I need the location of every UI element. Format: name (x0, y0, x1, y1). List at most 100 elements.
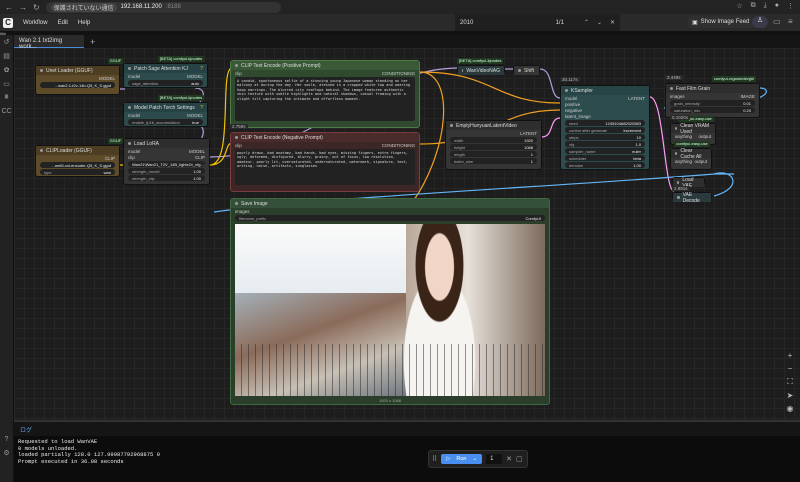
node-header[interactable]: CLIP Text Encode (Positive Prompt) (231, 61, 419, 70)
node-wanvideonag[interactable]: WanVideoNAG (457, 65, 505, 75)
graph-canvas[interactable]: Unet Loader (GGUF) MODEL ...wan2.1-t2v-14b… (14, 48, 800, 420)
collapse-dot-icon[interactable] (128, 142, 131, 145)
find-next-icon[interactable]: ⌄ (597, 19, 602, 26)
menu-edit[interactable]: Edit (58, 20, 68, 26)
node-header[interactable]: Fast Film Grain (666, 84, 759, 93)
input-slot[interactable]: model (128, 149, 140, 154)
node-vae-decode[interactable]: VAE Decode (672, 192, 712, 204)
input-slot[interactable]: model (128, 113, 140, 118)
help-icon[interactable]: ? (200, 66, 203, 72)
prompt-textarea[interactable]: poorly drawn, bad anatomy, bad hands, ba… (235, 149, 415, 185)
output-slot[interactable]: MODEL (187, 113, 203, 118)
collapse-dot-icon[interactable] (128, 106, 131, 109)
node-library-icon[interactable]: ✿ (4, 66, 10, 74)
collapse-dot-icon[interactable] (677, 196, 680, 199)
pointer-icon[interactable]: ➤ (787, 391, 794, 400)
widget-control-after-generate[interactable]: control after generate increment (565, 127, 645, 133)
output-slot[interactable]: LATENT (520, 131, 537, 136)
model-library-icon[interactable]: ▭ (3, 80, 10, 88)
collapse-dot-icon[interactable] (235, 136, 238, 139)
collapse-dot-icon[interactable] (565, 89, 568, 92)
star-icon[interactable]: ☆ (736, 2, 742, 10)
output-slot[interactable]: CONDITIONING (382, 71, 415, 76)
queue-icon[interactable]: ▤ (3, 52, 10, 60)
output-slot[interactable]: output (694, 159, 707, 164)
widget-scheduler[interactable]: scheduler beta (565, 155, 645, 161)
collapse-dot-icon[interactable] (675, 152, 678, 155)
reload-icon[interactable]: ↻ (33, 3, 40, 12)
node-header[interactable]: Clear Cache All (671, 148, 711, 160)
widget-strength-clip[interactable]: strength_clip 1.00 (128, 175, 205, 181)
node-load-lora[interactable]: Load LoRA model MODEL clip CLIP Wan21\Wan21_T… (123, 138, 210, 185)
chevron-down-icon[interactable]: ⌄ (472, 456, 477, 462)
comfy-logo[interactable]: C (3, 17, 13, 28)
widget-width[interactable]: width 1920 (450, 137, 537, 143)
output-slot[interactable]: CONDITIONING (382, 143, 415, 148)
zoom-out-icon[interactable]: − (788, 364, 793, 373)
node-unet-loader-gguf[interactable]: Unet Loader (GGUF) MODEL ...wan2.1-t2v-14b… (35, 65, 120, 95)
add-tab-button[interactable]: + (90, 37, 95, 48)
address-bar[interactable]: 保護されていない通信 192.168.11.200:8188 (45, 1, 281, 13)
node-header[interactable]: VAE Decode (673, 192, 711, 204)
back-icon[interactable]: ← (5, 3, 13, 12)
widget-cfg[interactable]: cfg 1.0 (565, 141, 645, 147)
user-icon[interactable]: ♙ (752, 16, 768, 28)
input-slot[interactable]: clip (128, 155, 135, 160)
collapse-dot-icon[interactable] (40, 69, 43, 72)
node-clip-text-encode-positive-prompt[interactable]: CLIP Text Encode (Positive Prompt) clip CO… (230, 60, 420, 128)
node-header[interactable]: Load LoRA (124, 139, 209, 148)
input-slot[interactable]: positive (565, 102, 580, 107)
history-icon[interactable]: ↺ (4, 38, 10, 46)
widget-seed[interactable]: seed 1245104682020583 (565, 120, 645, 126)
zoom-in-icon[interactable]: + (788, 351, 793, 360)
node-save-image[interactable]: Save Image images filename_prefix ComfyUI 19… (230, 198, 550, 405)
forward-icon[interactable]: → (19, 3, 27, 12)
widget-sage-attention[interactable]: sage_attention auto (128, 80, 203, 86)
output-slot[interactable]: MODEL (99, 76, 115, 81)
node-header[interactable]: CLIPLoader (GGUF) (36, 146, 119, 155)
widget-value[interactable]: ...wan2.1-t2v-14b-Q5_K_S.gguf (40, 82, 115, 88)
input-slot[interactable]: model (128, 74, 140, 79)
node-model-patch-torch-settings[interactable]: Model Patch Torch Settings? model MODEL ena… (123, 102, 208, 127)
node-header[interactable]: Unet Loader (GGUF) (36, 66, 119, 75)
extensions-icon[interactable]: ⧉ (751, 2, 756, 10)
input-slot[interactable]: images (235, 209, 250, 214)
batch-count-input[interactable]: 1 (486, 454, 503, 464)
input-slot[interactable]: anything (675, 134, 692, 139)
input-slot[interactable]: images (670, 94, 685, 99)
input-slot[interactable]: latent_image (565, 114, 591, 119)
menu-help[interactable]: Help (78, 20, 90, 26)
widget-value[interactable]: Wan21\Wan21_T2V_14B_lightx2v_cfg... (128, 161, 205, 167)
node-load-vae[interactable]: Load VAE (672, 177, 705, 189)
widget-enable-fp16-accumulation[interactable]: enable_fp16_accumulation true (128, 119, 203, 125)
output-slot[interactable]: LATENT (628, 96, 645, 101)
panel-toggle-icon[interactable]: ▭ (773, 17, 781, 26)
input-slot[interactable]: model (565, 96, 577, 101)
node-header[interactable]: Shift (514, 66, 539, 75)
output-image[interactable] (235, 224, 545, 396)
widget-grain-intensity[interactable]: grain_intensity 0.01 (670, 100, 755, 106)
collapse-dot-icon[interactable] (518, 69, 521, 72)
widget-strength-model[interactable]: strength_model 1.00 (128, 168, 205, 174)
widget-denoise[interactable]: denoise 1.00 (565, 162, 645, 168)
widget-value[interactable]: ...umt5-xxl-encoder-Q5_K_S.gguf (40, 162, 115, 168)
collapse-dot-icon[interactable] (462, 69, 464, 72)
node-clear-cache-all[interactable]: Clear Cache All anything output (670, 148, 712, 170)
collapse-dot-icon[interactable] (235, 202, 238, 205)
widget-saturation-mix[interactable]: saturation_mix 0.20 (670, 107, 755, 113)
widget-length[interactable]: length 1 (450, 151, 537, 157)
output-slot[interactable]: CLIP (105, 156, 115, 161)
find-input[interactable]: 2010 (460, 20, 556, 26)
input-slot[interactable]: clip (235, 143, 242, 148)
collapse-dot-icon[interactable] (675, 127, 678, 130)
widget-type[interactable]: type wan (40, 169, 115, 175)
node-header[interactable]: Patch Sage Attention KJ? (124, 64, 207, 73)
input-slot[interactable]: negative (565, 108, 582, 113)
node-fast-film-grain[interactable]: Fast Film Grain images IMAGE grain_intensit… (665, 83, 760, 118)
show-image-feed-button[interactable]: ▣ Show Image Feed (688, 16, 754, 28)
help-icon[interactable]: ? (200, 105, 203, 111)
more-icon[interactable]: ⋮ (787, 2, 794, 10)
widget-filename-prefix[interactable]: filename_prefix ComfyUI (235, 215, 545, 221)
node-header[interactable]: Save Image (231, 199, 549, 208)
output-slot[interactable]: output (698, 134, 711, 139)
